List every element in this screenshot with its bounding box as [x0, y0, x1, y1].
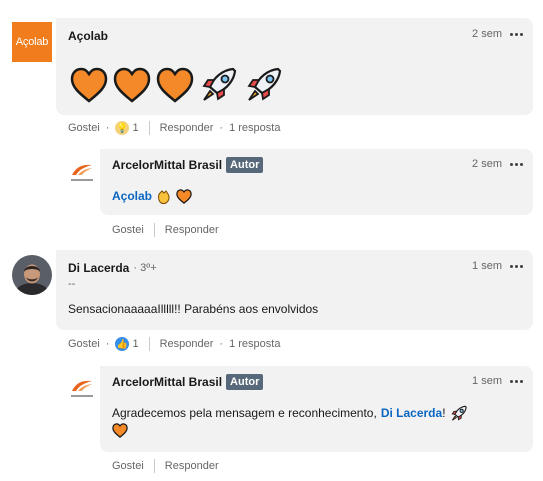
connection-degree: · 3º+: [133, 262, 157, 274]
author-badge: Autor: [226, 374, 264, 390]
more-options-icon[interactable]: [510, 32, 523, 36]
comment-actions: Gostei · 👍 1 Responder · 1 resposta: [68, 337, 280, 351]
reply-text: Açolab: [112, 186, 192, 206]
reply-body: Agradecemos pela mensagem e reconhecimen…: [112, 406, 377, 420]
reply-meta: 2 sem: [472, 158, 523, 170]
more-options-icon[interactable]: [510, 264, 523, 268]
author-name: Açolab: [68, 29, 109, 43]
more-options-icon[interactable]: [510, 379, 523, 383]
divider: [148, 337, 150, 351]
reply-button[interactable]: Responder: [165, 224, 219, 236]
comment-bubble: Di Lacerda · 3º+ -- 1 sem Sensacionaaaaa…: [56, 250, 533, 330]
reaction-count[interactable]: 1: [132, 338, 138, 350]
like-button[interactable]: Gostei: [112, 224, 144, 236]
orange-heart-icon: [112, 423, 128, 438]
reply-meta: 1 sem: [472, 375, 523, 387]
reply-bubble: ArcelorMittal Brasil Autor 1 sem Agradec…: [100, 366, 533, 452]
avatar-arcelormittal[interactable]: [66, 372, 98, 404]
timestamp: 2 sem: [472, 28, 502, 40]
rocket-icon: [451, 405, 467, 421]
reply-bubble: ArcelorMittal Brasil Autor 2 sem Açolab: [100, 149, 533, 215]
reply-text-line2: [112, 423, 128, 444]
orange-heart-icon: [113, 67, 151, 103]
separator-dot: ·: [219, 122, 224, 134]
avatar-di-lacerda[interactable]: [12, 255, 52, 295]
reply-author[interactable]: ArcelorMittal Brasil Autor: [112, 157, 264, 173]
author-headline: --: [68, 278, 76, 290]
comment-text: SensacionaaaaaIlllll!! Parabéns aos envo…: [68, 302, 319, 316]
rocket-icon: [202, 67, 237, 101]
rocket-icon: [247, 67, 282, 101]
like-button[interactable]: Gostei: [112, 460, 144, 472]
reply-button[interactable]: Responder: [165, 460, 219, 472]
comment-meta: 1 sem: [472, 260, 523, 272]
replies-count-link[interactable]: 1 resposta: [229, 122, 280, 134]
divider: [153, 459, 155, 473]
avatar-acolab[interactable]: Açolab: [12, 22, 52, 62]
comment-author[interactable]: Açolab: [68, 29, 108, 43]
author-name: ArcelorMittal Brasil: [112, 158, 223, 172]
arcelormittal-logo-icon: [72, 164, 92, 175]
like-button[interactable]: Gostei: [68, 338, 100, 350]
reply-actions: Gostei Responder: [112, 223, 219, 237]
timestamp: 2 sem: [472, 158, 502, 170]
mention-link[interactable]: Açolab: [112, 186, 152, 206]
orange-heart-icon: [176, 188, 192, 204]
mention-link[interactable]: Di Lacerda: [381, 403, 442, 423]
divider: [148, 121, 150, 135]
orange-heart-icon: [70, 67, 108, 103]
separator-dot: ·: [105, 338, 110, 350]
like-reaction-icon[interactable]: 👍: [115, 337, 130, 351]
profile-photo: [12, 255, 52, 295]
author-badge: Autor: [226, 157, 264, 173]
mention-suffix: !: [442, 406, 446, 420]
clapping-hands-icon: [158, 190, 170, 204]
reply-author[interactable]: ArcelorMittal Brasil Autor: [112, 374, 264, 390]
author-name: Di Lacerda: [68, 261, 130, 275]
orange-heart-icon: [156, 67, 194, 103]
divider: [153, 223, 155, 237]
reply-actions: Gostei Responder: [112, 459, 219, 473]
comment-actions: Gostei · 💡 1 Responder · 1 resposta: [68, 121, 280, 135]
separator-dot: ·: [219, 338, 224, 350]
reply-button[interactable]: Responder: [160, 338, 214, 350]
comment-meta: 2 sem: [472, 28, 523, 40]
emoji-content: [70, 66, 284, 104]
separator-dot: ·: [105, 122, 110, 134]
reaction-count[interactable]: 1: [132, 122, 138, 134]
like-button[interactable]: Gostei: [68, 122, 100, 134]
author-name: ArcelorMittal Brasil: [112, 375, 223, 389]
insightful-reaction-icon[interactable]: 💡: [115, 121, 130, 135]
avatar-arcelormittal[interactable]: [66, 156, 98, 188]
reply-text: Agradecemos pela mensagem e reconhecimen…: [112, 403, 468, 423]
reply-button[interactable]: Responder: [160, 122, 214, 134]
replies-count-link[interactable]: 1 resposta: [229, 338, 280, 350]
comment-author[interactable]: Di Lacerda · 3º+: [68, 261, 157, 275]
timestamp: 1 sem: [472, 260, 502, 272]
comment-bubble: Açolab 2 sem: [56, 18, 533, 115]
more-options-icon[interactable]: [510, 162, 523, 166]
arcelormittal-logo-icon: [72, 380, 92, 391]
timestamp: 1 sem: [472, 375, 502, 387]
avatar-text: Açolab: [15, 36, 49, 48]
